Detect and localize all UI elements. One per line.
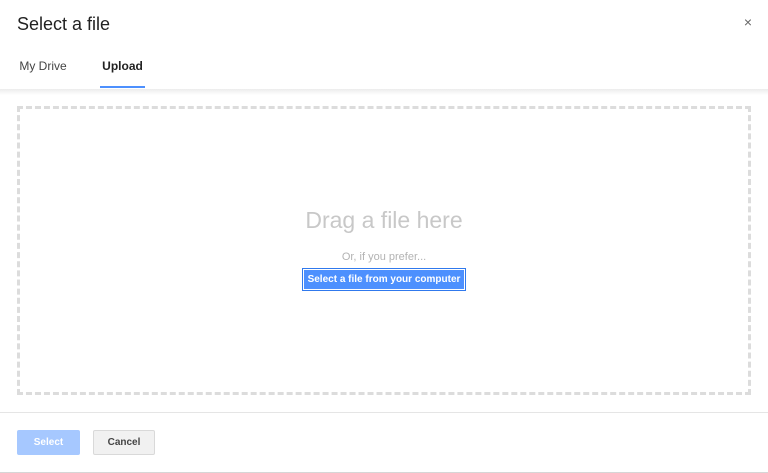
or-prefer-text: Or, if you prefer... (341, 251, 427, 263)
close-icon[interactable]: × (740, 14, 756, 30)
footer-divider (0, 412, 768, 413)
select-button[interactable]: Select (17, 430, 80, 455)
tab-my-drive[interactable]: My Drive (13, 45, 73, 87)
cancel-button[interactable]: Cancel (93, 430, 155, 455)
tab-bar: My Drive Upload (0, 45, 768, 90)
active-tab-indicator (100, 86, 145, 88)
tab-bar-shadow (0, 89, 768, 95)
tab-upload[interactable]: Upload (100, 45, 145, 88)
tab-upload-label: Upload (102, 59, 143, 73)
file-picker-dialog: Select a file × My Drive Upload Drag a f… (0, 0, 768, 473)
dialog-title: Select a file (17, 14, 111, 34)
select-from-computer-button[interactable]: Select a file from your computer (302, 268, 466, 291)
drag-file-text: Drag a file here (305, 207, 463, 233)
